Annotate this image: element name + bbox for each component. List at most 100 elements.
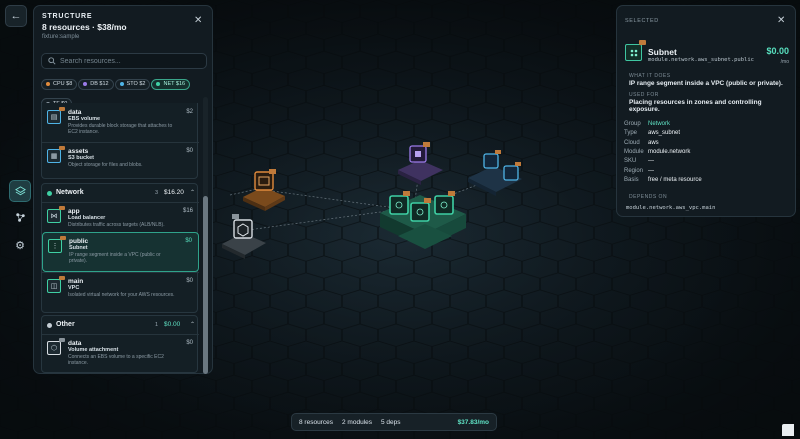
group-cost: $16.20: [164, 189, 184, 196]
item-description: Isolated virtual network for your AWS re…: [68, 292, 175, 298]
total-cost: $37.83/mo: [457, 419, 489, 426]
structure-summary: 8 resources · $38/mo: [42, 22, 127, 32]
corner-widget: [782, 424, 794, 436]
network-group-card: Network 3 $16.20 ⌃ ⋈ app Load balancer D…: [41, 183, 199, 313]
subnet-icon: [625, 40, 646, 61]
item-name: app: [68, 208, 80, 215]
filter-chip[interactable]: STO $2: [114, 78, 151, 90]
item-type: Volume attachment: [68, 347, 119, 353]
what-text: IP range segment inside a VPC (public or…: [629, 80, 783, 87]
volume-attachment-icon: ⬡: [47, 338, 65, 355]
layers-button[interactable]: [9, 180, 31, 202]
settings-button[interactable]: ⚙: [9, 234, 31, 256]
depends-label: DEPENDS ON: [629, 194, 668, 200]
structure-panel: STRUCTURE 8 resources · $38/mo fixture:s…: [33, 5, 213, 374]
item-description: Object storage for files and blobs.: [68, 162, 143, 168]
graph-button[interactable]: [9, 206, 31, 228]
detail-value: —: [648, 158, 654, 165]
item-type: S3 bucket: [68, 155, 94, 161]
item-name: data: [68, 340, 82, 347]
module-count: 2 modules: [342, 419, 372, 426]
item-name: public: [69, 238, 89, 245]
chip-dot-icon: [46, 82, 50, 86]
search-input[interactable]: [56, 57, 200, 65]
selected-panel: SELECTED ✕ Subnet module.network.aws_sub…: [616, 5, 796, 217]
item-price: $0: [186, 148, 193, 154]
filter-chip[interactable]: DB $12: [78, 78, 114, 90]
list-scrollbar-thumb[interactable]: [203, 196, 208, 374]
item-name: main: [68, 278, 84, 285]
subnet-icon: ⋮: [48, 236, 66, 253]
layers-icon: [14, 185, 26, 195]
storage-group-card: ▤ data EBS volume Provides durable block…: [41, 103, 199, 179]
search-icon: [48, 57, 56, 65]
list-item-selected[interactable]: ⋮ public Subnet IP range segment inside …: [42, 232, 199, 272]
item-price: $0: [185, 238, 192, 244]
group-count: 1: [155, 322, 159, 328]
detail-value: free / meta resource: [648, 176, 702, 183]
item-type: VPC: [68, 285, 80, 291]
other-group-card: Other 1 $0.00 ⌃ ⬡ data Volume attachment…: [41, 315, 199, 373]
item-description: Connects an EBS volume to a specific EC2…: [68, 354, 164, 367]
detail-value: Network: [648, 121, 671, 127]
detail-value: aws: [648, 139, 659, 146]
item-price: $16: [182, 208, 193, 214]
depends-value[interactable]: module.network.aws_vpc.main: [626, 205, 715, 211]
item-description: Provides durable block storage that atta…: [68, 123, 173, 136]
selected-name: Subnet: [648, 47, 677, 57]
graph-nodes-icon: [15, 212, 25, 222]
chip-label: STO $2: [126, 81, 146, 87]
list-item[interactable]: ◫ main VPC Isolated virtual network for …: [42, 273, 199, 313]
item-name: data: [68, 109, 82, 116]
arrow-left-icon: ←: [10, 10, 22, 22]
group-cost: $0.00: [164, 321, 181, 328]
selected-price-unit: /mo: [780, 59, 789, 65]
back-button[interactable]: ←: [5, 5, 27, 27]
list-item[interactable]: ⬡ data Volume attachment Connects an EBS…: [42, 335, 199, 373]
fixture-label: fixture:sample: [42, 34, 80, 40]
item-type: EBS volume: [68, 116, 101, 122]
left-rail: ⚙: [8, 178, 32, 268]
filter-chip[interactable]: CPU $8: [41, 78, 78, 90]
used-text: Placing resources in zones and controlli…: [629, 99, 762, 113]
resource-list[interactable]: ▤ data EBS volume Provides durable block…: [41, 103, 212, 373]
used-label: USED FOR: [629, 92, 659, 98]
list-item[interactable]: ▤ data EBS volume Provides durable block…: [42, 104, 199, 144]
detail-value: —: [648, 167, 654, 174]
s3-bucket-icon: ▦: [47, 146, 65, 163]
search-box[interactable]: [41, 53, 207, 69]
chip-label: NET $16: [163, 81, 186, 87]
other-dot-icon: [47, 323, 52, 328]
filter-chip[interactable]: NET $16: [151, 78, 191, 90]
selected-path: module.network.aws_subnet.public: [648, 57, 754, 63]
dependency-count: 5 deps: [381, 419, 401, 426]
close-structure-button[interactable]: ✕: [194, 15, 202, 26]
item-price: $2: [186, 109, 193, 115]
item-description: Distributes traffic across targets (ALB/…: [68, 222, 165, 228]
chip-dot-icon: [83, 82, 88, 86]
chip-dot-icon: [156, 82, 161, 86]
item-type: Load balancer: [68, 215, 106, 221]
load-balancer-icon: ⋈: [47, 206, 65, 223]
selected-heading: SELECTED: [625, 18, 659, 24]
detail-value: aws_subnet: [648, 130, 681, 137]
network-group-header[interactable]: Network 3 $16.20 ⌃: [42, 187, 199, 201]
item-name: assets: [68, 148, 89, 155]
item-type: Subnet: [69, 245, 88, 251]
chip-dot-icon: [119, 82, 124, 86]
ebs-volume-icon: ▤: [47, 107, 65, 124]
group-name: Other: [56, 321, 75, 328]
close-selected-button[interactable]: ✕: [777, 15, 785, 26]
list-item[interactable]: ▦ assets S3 bucket Object storage for fi…: [42, 143, 199, 183]
vpc-icon: ◫: [47, 276, 65, 293]
status-bar: 8 resources 2 modules 5 deps $37.83/mo: [291, 413, 497, 431]
chevron-up-icon: ⌃: [190, 322, 196, 328]
chevron-up-icon: ⌃: [190, 190, 196, 196]
resource-count: 8 resources: [299, 419, 333, 426]
chip-label: DB $12: [90, 81, 109, 87]
selected-price: $0.00: [766, 46, 789, 56]
network-dot-icon: [47, 191, 52, 196]
what-label: WHAT IT DOES: [629, 73, 671, 79]
other-group-header[interactable]: Other 1 $0.00 ⌃: [42, 319, 199, 333]
group-count: 3: [155, 190, 159, 196]
